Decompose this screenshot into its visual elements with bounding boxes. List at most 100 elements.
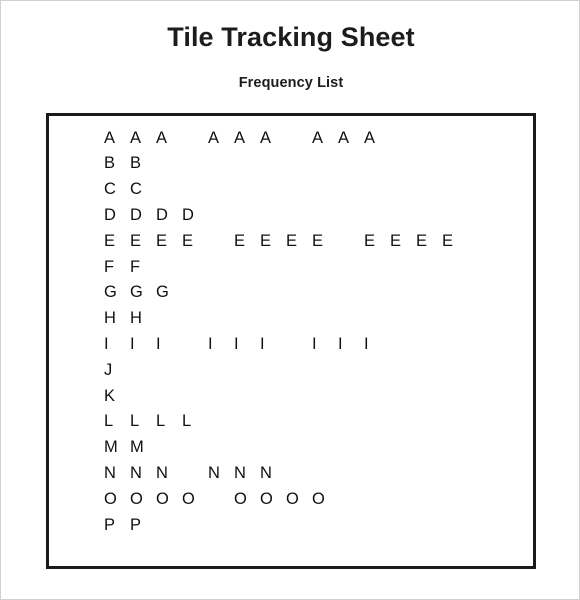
letter-tile[interactable]: A (156, 130, 182, 147)
tile-group: GGG (104, 284, 182, 301)
letter-tile[interactable]: B (104, 155, 130, 172)
tile-group: LLLL (104, 413, 208, 430)
letter-tile[interactable]: K (104, 388, 130, 405)
frequency-row-o: OOOOOOOO (104, 486, 524, 512)
tile-group: AAA (104, 130, 182, 147)
letter-tile[interactable]: E (286, 233, 312, 250)
document-page: Tile Tracking Sheet Frequency List AAAAA… (0, 0, 580, 600)
tile-group: III (312, 336, 390, 353)
letter-tile[interactable]: L (156, 413, 182, 430)
frequency-row-h: HH (104, 306, 524, 332)
letter-tile[interactable]: H (104, 310, 130, 327)
tile-group: PP (104, 517, 156, 534)
letter-tile[interactable]: N (234, 465, 260, 482)
letter-tile[interactable]: A (364, 130, 390, 147)
letter-tile[interactable]: O (104, 491, 130, 508)
letter-tile[interactable]: M (130, 439, 156, 456)
letter-tile[interactable]: B (130, 155, 156, 172)
tile-group: BB (104, 155, 156, 172)
letter-tile[interactable]: E (182, 233, 208, 250)
letter-tile[interactable]: P (130, 517, 156, 534)
letter-tile[interactable]: D (130, 207, 156, 224)
letter-tile[interactable]: I (234, 336, 260, 353)
letter-tile[interactable]: H (130, 310, 156, 327)
letter-tile[interactable]: A (234, 130, 260, 147)
letter-tile[interactable]: C (104, 181, 130, 198)
tile-group: CC (104, 181, 156, 198)
letter-tile[interactable]: M (104, 439, 130, 456)
letter-tile[interactable]: O (260, 491, 286, 508)
letter-tile[interactable]: I (260, 336, 286, 353)
letter-tile[interactable]: E (312, 233, 338, 250)
letter-tile[interactable]: E (234, 233, 260, 250)
letter-tile[interactable]: G (130, 284, 156, 301)
letter-tile[interactable]: L (182, 413, 208, 430)
letter-tile[interactable]: N (104, 465, 130, 482)
letter-tile[interactable]: N (260, 465, 286, 482)
letter-tile[interactable]: A (338, 130, 364, 147)
letter-tile[interactable]: E (416, 233, 442, 250)
letter-tile[interactable]: E (104, 233, 130, 250)
letter-tile[interactable]: E (364, 233, 390, 250)
letter-tile[interactable]: D (182, 207, 208, 224)
tile-group: K (104, 388, 130, 405)
letter-tile[interactable]: N (130, 465, 156, 482)
letter-tile[interactable]: L (104, 413, 130, 430)
letter-tile[interactable]: I (208, 336, 234, 353)
tile-group: NNN (208, 465, 286, 482)
letter-tile[interactable]: O (130, 491, 156, 508)
tile-group: HH (104, 310, 156, 327)
letter-tile[interactable]: E (390, 233, 416, 250)
letter-tile[interactable]: A (104, 130, 130, 147)
frequency-row-c: CC (104, 177, 524, 203)
letter-tile[interactable]: C (130, 181, 156, 198)
letter-tile[interactable]: I (364, 336, 390, 353)
letter-tile[interactable]: I (104, 336, 130, 353)
tile-group: EEEE (104, 233, 208, 250)
frequency-row-p: PP (104, 512, 524, 538)
letter-tile[interactable]: O (312, 491, 338, 508)
frequency-list-box: AAAAAAAAABBCCDDDDEEEEEEEEEEEEFFGGGHHIIII… (46, 113, 536, 569)
frequency-row-l: LLLL (104, 409, 524, 435)
frequency-row-n: NNNNNN (104, 460, 524, 486)
tile-group: FF (104, 259, 156, 276)
tile-group: J (104, 362, 130, 379)
letter-tile[interactable]: A (260, 130, 286, 147)
letter-tile[interactable]: E (156, 233, 182, 250)
letter-tile[interactable]: J (104, 362, 130, 379)
letter-tile[interactable]: O (182, 491, 208, 508)
letter-tile[interactable]: A (208, 130, 234, 147)
frequency-row-m: MM (104, 435, 524, 461)
letter-tile[interactable]: F (130, 259, 156, 276)
letter-tile[interactable]: D (156, 207, 182, 224)
frequency-row-g: GGG (104, 280, 524, 306)
letter-tile[interactable]: O (234, 491, 260, 508)
frequency-row-k: K (104, 383, 524, 409)
letter-tile[interactable]: G (156, 284, 182, 301)
tile-group: AAA (312, 130, 390, 147)
letter-tile[interactable]: E (260, 233, 286, 250)
letter-frequency-grid: AAAAAAAAABBCCDDDDEEEEEEEEEEEEFFGGGHHIIII… (104, 125, 524, 538)
letter-tile[interactable]: I (156, 336, 182, 353)
letter-tile[interactable]: I (312, 336, 338, 353)
letter-tile[interactable]: G (104, 284, 130, 301)
letter-tile[interactable]: F (104, 259, 130, 276)
tile-group: DDDD (104, 207, 208, 224)
letter-tile[interactable]: N (208, 465, 234, 482)
letter-tile[interactable]: N (156, 465, 182, 482)
letter-tile[interactable]: I (130, 336, 156, 353)
letter-tile[interactable]: I (338, 336, 364, 353)
letter-tile[interactable]: O (156, 491, 182, 508)
tile-group: OOOO (234, 491, 338, 508)
tile-group: EEEE (234, 233, 338, 250)
letter-tile[interactable]: E (130, 233, 156, 250)
letter-tile[interactable]: O (286, 491, 312, 508)
letter-tile[interactable]: P (104, 517, 130, 534)
frequency-row-e: EEEEEEEEEEEE (104, 228, 524, 254)
page-title: Tile Tracking Sheet (167, 22, 415, 52)
letter-tile[interactable]: L (130, 413, 156, 430)
letter-tile[interactable]: A (312, 130, 338, 147)
letter-tile[interactable]: A (130, 130, 156, 147)
letter-tile[interactable]: E (442, 233, 468, 250)
letter-tile[interactable]: D (104, 207, 130, 224)
